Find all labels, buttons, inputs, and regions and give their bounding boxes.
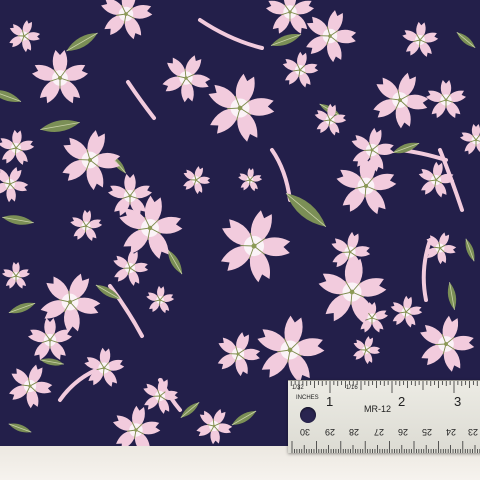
leaf (66, 32, 98, 52)
measuring-ruler: 1/32 INCHES 1/16 MR-12 1 2 3 30 29 28 27… (288, 380, 480, 453)
leaf (2, 215, 34, 225)
cherry-blossom (196, 408, 233, 445)
ruler-cm-label: 23 (468, 427, 479, 437)
leaf (270, 34, 302, 46)
cherry-blossom (0, 129, 35, 165)
branch (58, 368, 98, 402)
leaf (447, 282, 457, 310)
ruler-cm-label: 29 (325, 427, 336, 437)
cherry-blossom (336, 155, 397, 215)
cherry-blossom (217, 332, 261, 377)
branch (421, 238, 432, 302)
cherry-blossom (113, 249, 149, 286)
ruler-tick-marks (290, 381, 480, 453)
cherry-blossom (101, 0, 153, 40)
cherry-blossom (31, 50, 89, 104)
branch (270, 148, 292, 202)
cherry-blossom (9, 20, 41, 53)
leaf (231, 410, 257, 426)
cherry-blossom (257, 315, 325, 383)
leaf (180, 401, 200, 419)
cherry-blossom (220, 210, 291, 283)
ruler-model-label: MR-12 (364, 404, 392, 414)
ruler-fraction-label: 1/32 (292, 385, 304, 391)
ruler-sixteenth-label: 1/16 (346, 385, 358, 391)
photo-scene: 1/32 INCHES 1/16 MR-12 1 2 3 30 29 28 27… (0, 0, 480, 480)
cherry-blossom (70, 209, 103, 242)
cherry-blossom (425, 80, 467, 119)
ruler-cm-label: 28 (349, 427, 360, 437)
cherry-blossom (84, 347, 125, 387)
cherry-blossom (0, 166, 29, 203)
cherry-blossom (418, 161, 455, 198)
cherry-blossom (402, 21, 439, 57)
cherry-blossom (420, 315, 475, 372)
cherry-blossom (162, 55, 211, 103)
leaf (0, 90, 22, 102)
cherry-blossom (265, 0, 315, 34)
cherry-blossom (208, 73, 275, 142)
cherry-blossom (459, 124, 480, 155)
leaf (465, 238, 475, 262)
cherry-blossom (238, 167, 263, 192)
ruler-cm-label: 25 (422, 427, 433, 437)
leaf (285, 192, 327, 228)
leaf (40, 120, 80, 132)
cherry-blossom (282, 51, 319, 88)
cherry-blossom (113, 405, 161, 446)
leaf (8, 302, 36, 314)
ruler-inch-2: 2 (398, 394, 406, 409)
ruler-inch-1: 1 (326, 394, 334, 409)
ruler-cm-label: 30 (300, 427, 311, 437)
cherry-blossom (373, 72, 429, 129)
cherry-blossom (146, 285, 175, 314)
ruler-cm-label: 27 (374, 427, 385, 437)
cherry-blossom (314, 103, 347, 136)
ruler-hang-hole (300, 407, 316, 423)
cherry-blossom (353, 336, 381, 365)
leaf (40, 358, 64, 366)
cherry-blossom (40, 273, 101, 333)
cherry-blossom (1, 262, 31, 289)
ruler-unit-label: INCHES (296, 395, 319, 401)
leaf (8, 423, 32, 433)
branch (198, 18, 264, 50)
cherry-blossom (9, 364, 53, 409)
ruler-inch-3: 3 (454, 394, 462, 409)
leaf (456, 31, 476, 49)
ruler-cm-label: 26 (398, 427, 409, 437)
cherry-blossom (183, 166, 211, 195)
cherry-blossom (390, 295, 423, 328)
ruler-cm-label: 24 (446, 427, 457, 437)
branch (126, 80, 156, 120)
